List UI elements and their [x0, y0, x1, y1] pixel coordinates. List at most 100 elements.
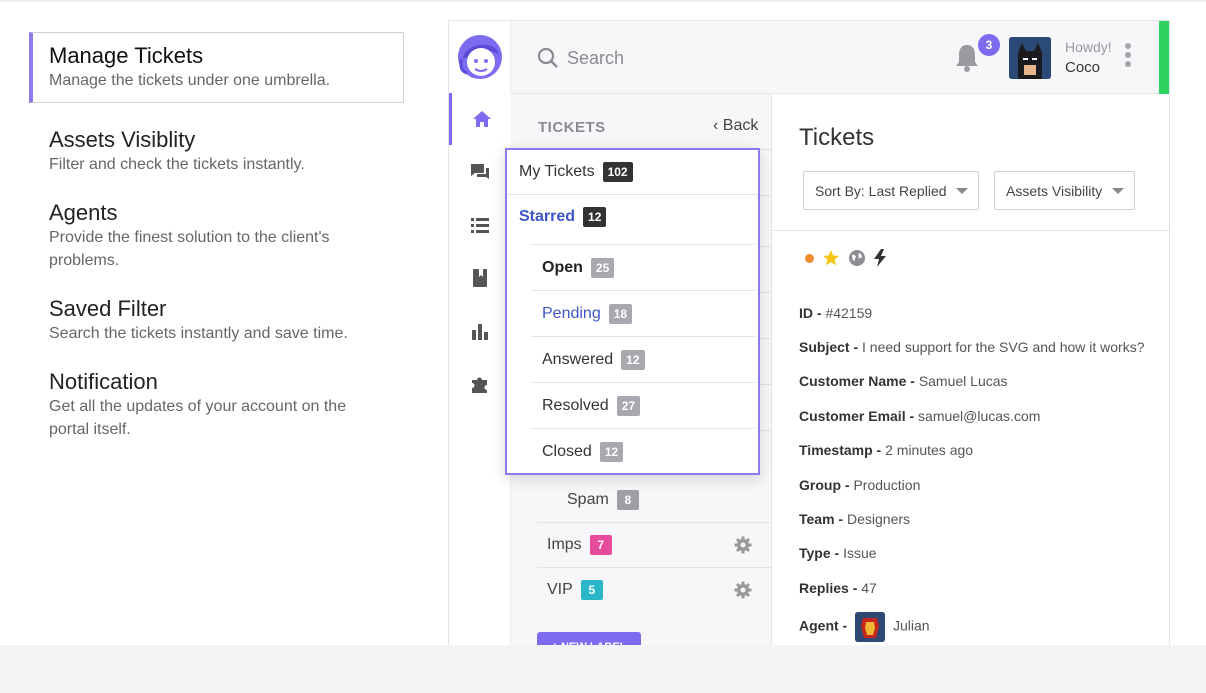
field-subject: Subject - I need support for the SVG and…: [799, 339, 1145, 355]
field-key: Group -: [799, 477, 850, 493]
back-button[interactable]: ‹ Back: [713, 117, 758, 135]
feature-saved-filter[interactable]: Saved Filter Search the tickets instantl…: [29, 286, 404, 355]
count-badge: 12: [583, 207, 607, 227]
field-key: Agent -: [799, 617, 848, 634]
field-team: Team - Designers: [799, 511, 910, 527]
support-logo-icon: [455, 29, 505, 85]
field-group: Group - Production: [799, 477, 920, 493]
label-row-imps[interactable]: Imps 7: [537, 522, 772, 567]
top-divider: [0, 0, 1206, 2]
feature-title: Saved Filter: [49, 296, 167, 321]
count-badge: 102: [602, 162, 633, 182]
field-customer-name: Customer Name - Samuel Lucas: [799, 373, 1008, 389]
field-key: Replies -: [799, 580, 858, 596]
label-name: Spam: [567, 490, 609, 508]
divider: [507, 194, 758, 195]
item-label: Answered: [542, 350, 614, 368]
sort-label: Sort By: Last Replied: [815, 182, 947, 199]
gear-icon[interactable]: [734, 581, 752, 599]
feature-notification[interactable]: Notification Get all the updates of your…: [29, 359, 404, 451]
starred-item[interactable]: Starred 12: [519, 207, 607, 227]
chat-icon[interactable]: [449, 146, 511, 198]
star-icon[interactable]: [822, 249, 840, 267]
field-value: I need support for the SVG and how it wo…: [862, 339, 1145, 355]
count-badge: 7: [589, 535, 612, 555]
label-name: VIP: [547, 581, 573, 598]
ticket-detail: Tickets Sort By: Last Replied Assets Vis…: [773, 94, 1169, 645]
sort-select[interactable]: Sort By: Last Replied: [803, 171, 979, 210]
bottom-band: [0, 645, 1206, 693]
field-value: 2 minutes ago: [885, 442, 974, 458]
field-value: Julian: [893, 617, 930, 634]
chevron-left-icon: ‹: [713, 117, 719, 134]
count-badge: 12: [621, 349, 645, 370]
feature-desc: Get all the updates of your account on t…: [49, 398, 347, 438]
field-value: Samuel Lucas: [918, 373, 1008, 389]
label-name: Imps: [547, 536, 582, 553]
page-title: Tickets: [799, 124, 875, 151]
assets-label: Assets Visibility: [1006, 182, 1103, 199]
topbar: 3 Howdy! Coco +: [511, 21, 1169, 94]
bell-icon[interactable]: [953, 41, 981, 75]
item-label: Starred: [519, 208, 576, 225]
field-key: Team -: [799, 511, 844, 527]
feature-manage-tickets[interactable]: Manage Tickets Manage the tickets under …: [29, 32, 404, 103]
puzzle-icon[interactable]: [449, 358, 511, 410]
field-type: Type - Issue: [799, 545, 877, 561]
chart-icon[interactable]: [449, 305, 511, 357]
gear-icon[interactable]: [734, 536, 752, 554]
field-replies: Replies - 47: [799, 580, 877, 596]
label-row-vip[interactable]: VIP 5: [537, 567, 772, 612]
agent-avatar: [855, 612, 886, 642]
feature-agents[interactable]: Agents Provide the finest solution to th…: [29, 190, 404, 282]
status-pending-item[interactable]: Pending 18: [531, 290, 755, 336]
item-label: My Tickets: [519, 163, 595, 180]
assets-visibility-select[interactable]: Assets Visibility: [994, 171, 1135, 210]
feature-desc: Provide the finest solution to the clien…: [49, 229, 330, 269]
field-key: Timestamp -: [799, 442, 882, 458]
ticket-filter-dropdown: My Tickets 102 Starred 12 Open 25 Pendin…: [505, 148, 760, 475]
field-id: ID - #42159: [799, 305, 872, 321]
new-label-button[interactable]: + NEW LABEL: [537, 632, 641, 645]
more-options-icon[interactable]: [1123, 43, 1133, 73]
field-key: Type -: [799, 545, 840, 561]
label-row-spam[interactable]: Spam 8: [537, 477, 772, 522]
home-icon[interactable]: [449, 93, 511, 145]
my-tickets-item[interactable]: My Tickets 102: [519, 162, 633, 182]
count-badge: 8: [616, 489, 639, 510]
user-name: Coco: [1065, 59, 1101, 76]
item-label: Closed: [542, 442, 592, 460]
count-badge: 5: [580, 580, 603, 600]
tickets-heading: TICKETS: [538, 119, 606, 136]
feature-desc: Filter and check the tickets instantly.: [49, 156, 305, 173]
avatar[interactable]: [1009, 37, 1051, 79]
priority-dot-icon: [805, 253, 814, 263]
caret-down-icon: [956, 188, 968, 194]
globe-icon: [849, 250, 865, 266]
status-closed-item[interactable]: Closed 12: [531, 428, 755, 474]
howdy-text: Howdy!: [1065, 39, 1112, 55]
status-resolved-item[interactable]: Resolved 27: [531, 382, 755, 428]
item-label: Pending: [542, 304, 601, 322]
field-value: Production: [853, 477, 921, 493]
list-icon[interactable]: [449, 199, 511, 251]
field-value: Issue: [843, 545, 877, 561]
bolt-icon: [874, 249, 886, 267]
feature-title: Notification: [49, 369, 158, 394]
field-key: Subject -: [799, 339, 859, 355]
count-badge: 25: [590, 257, 615, 278]
search-input[interactable]: [567, 43, 807, 73]
divider: [773, 230, 1169, 231]
status-open-item[interactable]: Open 25: [531, 244, 755, 290]
feature-list: Manage Tickets Manage the tickets under …: [29, 32, 404, 455]
field-key: Customer Email -: [799, 408, 915, 424]
add-button[interactable]: +: [1159, 21, 1169, 94]
field-timestamp: Timestamp - 2 minutes ago: [799, 442, 973, 458]
search-icon: [537, 47, 559, 69]
feature-assets-visibility[interactable]: Assets Visiblity Filter and check the ti…: [29, 117, 404, 186]
feature-title: Manage Tickets: [49, 43, 204, 68]
caret-down-icon: [1112, 188, 1124, 194]
count-badge: 27: [616, 395, 641, 416]
status-answered-item[interactable]: Answered 12: [531, 336, 755, 382]
bookmark-icon[interactable]: [449, 252, 511, 304]
